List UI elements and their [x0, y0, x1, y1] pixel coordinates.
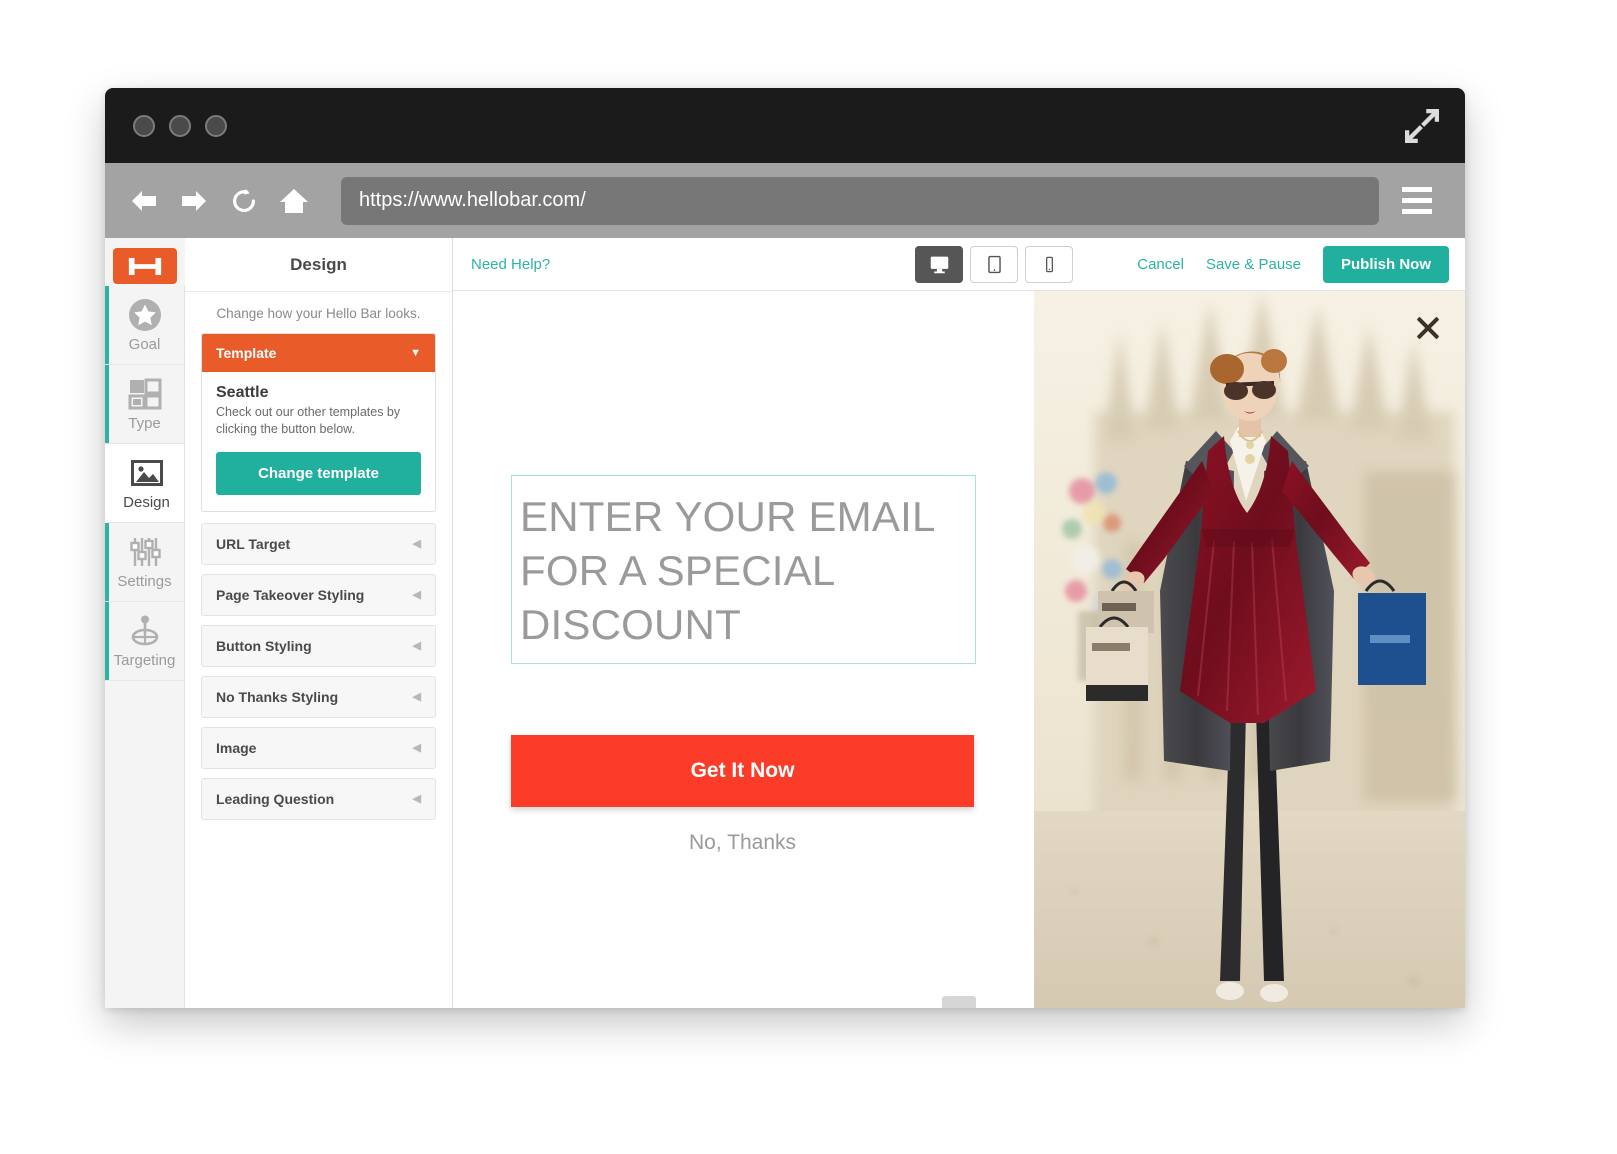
accordion-button-styling[interactable]: Button Styling ◀ [201, 624, 436, 667]
accordion-template-label: Template [216, 345, 277, 361]
device-switcher [915, 245, 1074, 283]
save-pause-button[interactable]: Save & Pause [1206, 256, 1301, 273]
change-template-button[interactable]: Change template [216, 451, 421, 495]
accordion-leading-question[interactable]: Leading Question ◀ [201, 777, 436, 820]
headline-text[interactable]: ENTER YOUR EMAIL FOR A SPECIAL DISCOUNT [511, 475, 976, 665]
hero-photo-art [1034, 291, 1465, 1008]
screenshot-stage: https://www.hellobar.com/ Goal Type Desi… [0, 0, 1617, 1154]
accordion-label: No Thanks Styling [216, 688, 339, 705]
reload-icon[interactable] [227, 184, 261, 218]
target-icon [128, 614, 162, 648]
sidebar-item-label: Targeting [113, 651, 176, 669]
chevron-left-icon: ◀ [412, 589, 421, 602]
no-thanks-link[interactable]: No, Thanks [511, 831, 974, 855]
sidebar-item-label: Goal [128, 335, 161, 353]
home-icon[interactable] [277, 184, 311, 218]
device-tablet-button[interactable] [970, 245, 1019, 283]
hero-photo [1034, 291, 1465, 1008]
browser-titlebar [105, 88, 1465, 163]
publish-now-button[interactable]: Publish Now [1323, 245, 1449, 283]
minimize-window-dot[interactable] [169, 114, 191, 137]
design-panel: Design Change how your Hello Bar looks. … [185, 238, 453, 1008]
template-name: Seattle [216, 384, 269, 401]
chevron-left-icon: ◀ [412, 691, 421, 704]
device-mobile-button[interactable] [1025, 245, 1074, 283]
page-title: Design [185, 238, 452, 292]
accordion-label: URL Target [216, 535, 291, 552]
accordion-no-thanks-styling[interactable]: No Thanks Styling ◀ [201, 675, 436, 718]
rail-accent-bar [105, 286, 109, 364]
chevron-down-icon: ▼ [410, 347, 421, 359]
sidebar-item-label: Type [128, 414, 161, 432]
star-icon [128, 298, 162, 332]
device-desktop-button[interactable] [915, 245, 964, 283]
sidebar-item-settings[interactable]: Settings [105, 523, 184, 602]
get-it-now-button[interactable]: Get It Now [511, 735, 974, 807]
sidebar-item-goal[interactable]: Goal [105, 286, 184, 365]
sidebar-item-label: Settings [117, 572, 172, 590]
rail-accent-bar [109, 444, 113, 522]
accordion-image[interactable]: Image ◀ [201, 726, 436, 769]
accordion-label: Leading Question [216, 790, 335, 807]
sidebar-rail: Goal Type Design Settings Targeting [105, 238, 185, 1008]
browser-navbar: https://www.hellobar.com/ [105, 163, 1465, 238]
preview-toolbar: Need Help? Cancel Save & Pause Publish N… [453, 238, 1465, 291]
sidebar-item-label: Design [123, 493, 170, 511]
accordion-label: Button Styling [216, 637, 312, 654]
expand-icon[interactable] [1404, 107, 1440, 144]
toolbar-actions: Cancel Save & Pause Publish Now [1137, 245, 1449, 283]
canvas-bottom-handle[interactable] [942, 996, 976, 1008]
rail-accent-bar [105, 523, 109, 601]
arrow-right-icon[interactable] [177, 184, 211, 218]
hero-copy: ENTER YOUR EMAIL FOR A SPECIAL DISCOUNT [511, 475, 976, 665]
accordion-url-target[interactable]: URL Target ◀ [201, 522, 436, 565]
chevron-left-icon: ◀ [412, 793, 421, 806]
layout-grid-icon [128, 377, 162, 411]
logo-mark [113, 248, 177, 284]
image-icon [130, 456, 164, 490]
arrow-left-icon[interactable] [127, 184, 161, 218]
url-text: https://www.hellobar.com/ [359, 189, 586, 211]
sidebar-item-type[interactable]: Type [105, 365, 184, 444]
accordion-template: Template ▼ Seattle Check out our other t… [201, 333, 436, 512]
maximize-window-dot[interactable] [205, 114, 227, 137]
sidebar-item-targeting[interactable]: Targeting [105, 602, 184, 681]
rail-accent-bar [105, 602, 109, 680]
close-icon[interactable] [1413, 313, 1443, 343]
accordion-label: Image [216, 739, 257, 756]
rail-accent-bar [105, 365, 109, 443]
sidebar-item-design[interactable]: Design [105, 444, 184, 523]
need-help-link[interactable]: Need Help? [471, 256, 550, 273]
accordion-page-takeover-styling[interactable]: Page Takeover Styling ◀ [201, 573, 436, 616]
hellobar-logo[interactable] [105, 238, 185, 286]
sliders-icon [128, 535, 162, 569]
cancel-button[interactable]: Cancel [1137, 256, 1184, 273]
chevron-left-icon: ◀ [412, 640, 421, 653]
hamburger-menu-icon[interactable] [1391, 187, 1443, 214]
chevron-left-icon: ◀ [412, 538, 421, 551]
address-bar[interactable]: https://www.hellobar.com/ [341, 176, 1379, 225]
accordion-template-body: Seattle Check out our other templates by… [202, 372, 435, 511]
panel-subtitle: Change how your Hello Bar looks. [216, 306, 421, 321]
template-description: Check out our other templates by clickin… [216, 405, 401, 436]
preview-column: Need Help? Cancel Save & Pause Publish N… [453, 238, 1465, 1008]
hellobar-app: Goal Type Design Settings Targeting Desi… [105, 238, 1465, 1008]
accordion-label: Page Takeover Styling [216, 586, 365, 603]
window-controls[interactable] [133, 114, 227, 137]
browser-window: https://www.hellobar.com/ Goal Type Desi… [105, 88, 1465, 1008]
chevron-left-icon: ◀ [412, 742, 421, 755]
accordion-list: Template ▼ Seattle Check out our other t… [185, 333, 452, 820]
preview-canvas: ENTER YOUR EMAIL FOR A SPECIAL DISCOUNT … [453, 291, 1465, 1008]
close-window-dot[interactable] [133, 114, 155, 137]
accordion-template-header[interactable]: Template ▼ [202, 334, 435, 372]
